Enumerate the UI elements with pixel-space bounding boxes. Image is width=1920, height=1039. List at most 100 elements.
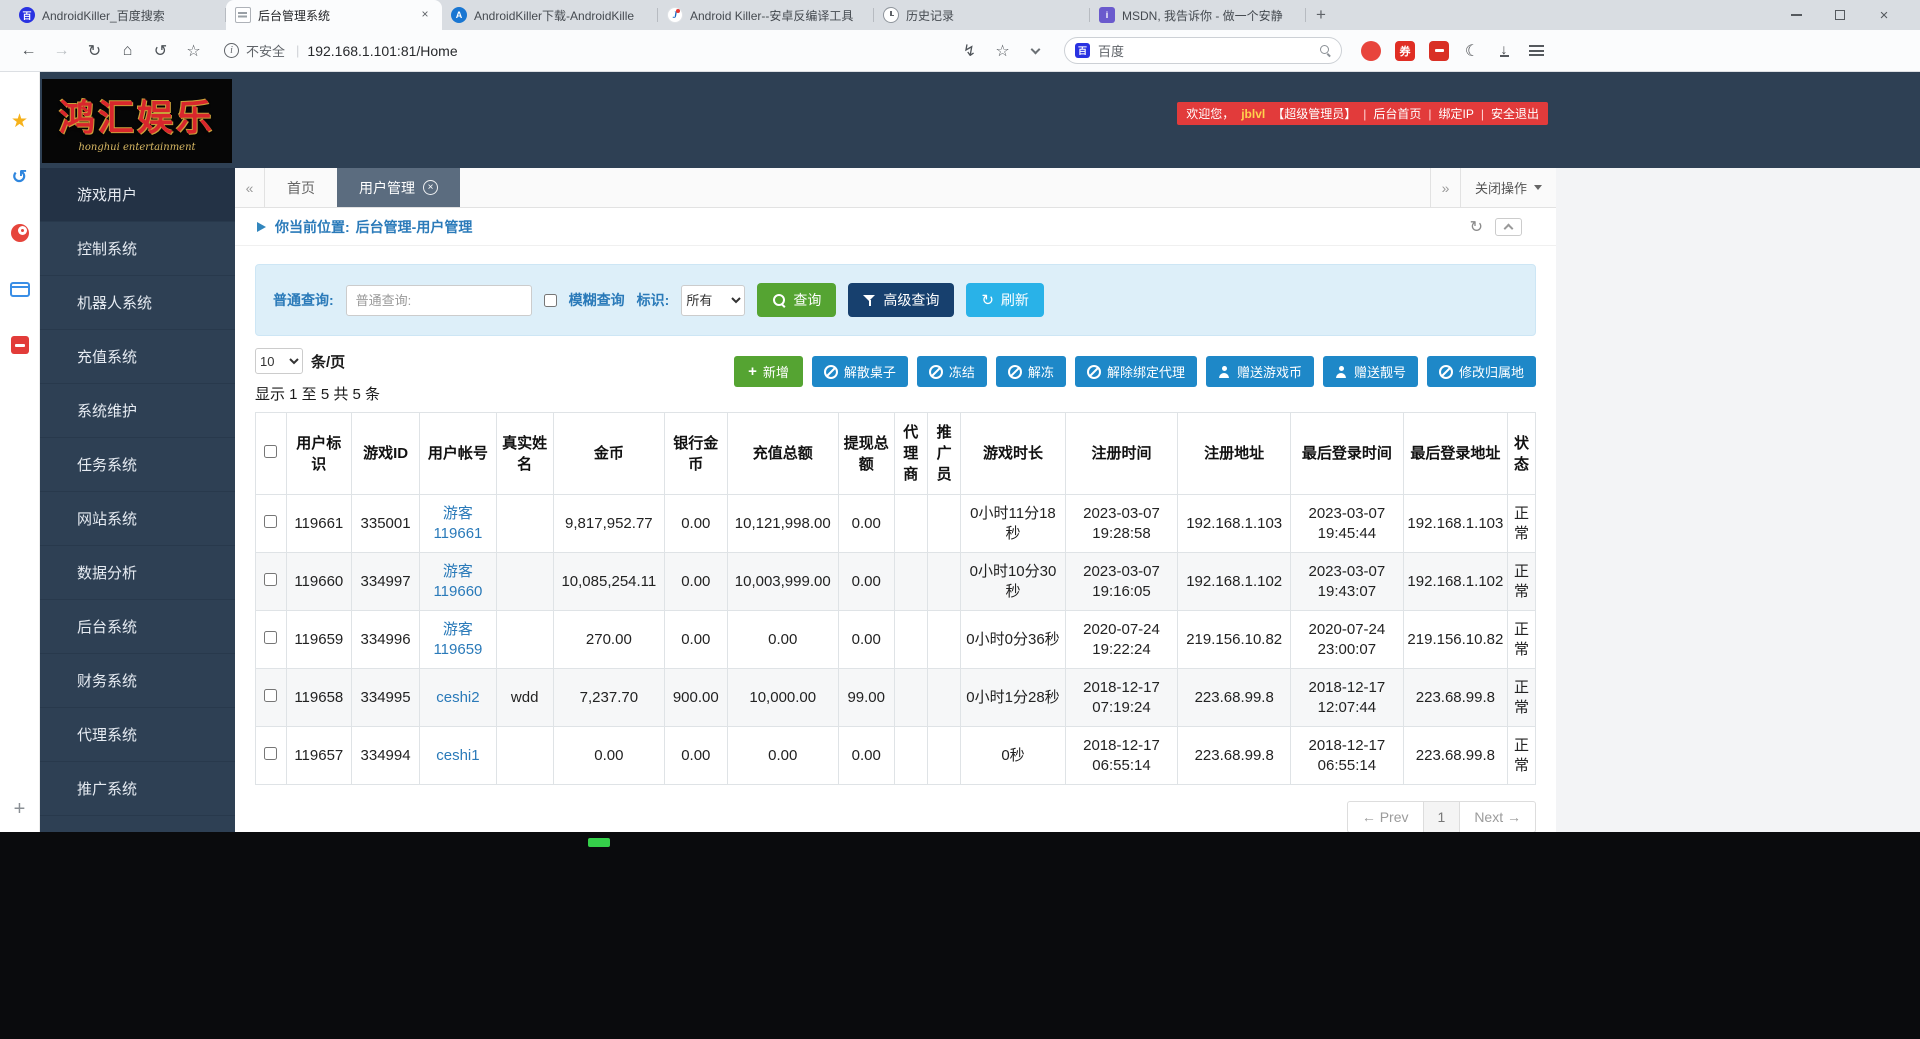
sidebar-item[interactable]: 控制系统: [40, 222, 235, 276]
security-info[interactable]: i 不安全 |: [224, 41, 303, 60]
gift-coins-button[interactable]: 赠送游戏币: [1206, 356, 1314, 387]
star-icon[interactable]: ★: [9, 110, 31, 132]
back-icon[interactable]: ←: [14, 36, 43, 65]
page-button[interactable]: 1: [1423, 801, 1461, 832]
fuzzy-checkbox[interactable]: [544, 294, 557, 307]
url-dropdown-icon[interactable]: [1021, 36, 1050, 65]
maximize-button[interactable]: [1818, 0, 1862, 30]
close-button[interactable]: ×: [1862, 0, 1906, 30]
add-favorite-icon[interactable]: +: [9, 798, 31, 820]
disband-tables-button[interactable]: 解散桌子: [812, 356, 908, 387]
browser-tab[interactable]: JAndroid Killer--安卓反编译工具: [658, 0, 874, 30]
sidebar-item[interactable]: 网站系统: [40, 492, 235, 546]
hamburger-icon: [1529, 45, 1544, 56]
tab-close-icon[interactable]: ×: [417, 7, 433, 23]
prev-button[interactable]: ← Prev: [1347, 801, 1424, 832]
unbind-agent-button[interactable]: 解除绑定代理: [1075, 356, 1197, 387]
column-header: 注册时间: [1065, 413, 1178, 495]
pagination: ← Prev 1 Next →: [255, 801, 1536, 832]
extension-icon-3[interactable]: [1429, 41, 1449, 61]
sidebar-item-clipped[interactable]: [40, 816, 235, 832]
magnifier-icon[interactable]: [1320, 45, 1331, 56]
browser-tab[interactable]: iMSDN, 我告诉你 - 做一个安静: [1090, 0, 1306, 30]
home-icon[interactable]: ⌂: [113, 36, 142, 65]
sidebar-item[interactable]: 代理系统: [40, 708, 235, 762]
sidebar-item[interactable]: 财务系统: [40, 654, 235, 708]
browser-tab[interactable]: 历史记录: [874, 0, 1090, 30]
advanced-search-button[interactable]: 高级查询: [848, 283, 954, 317]
history-icon[interactable]: ↺: [9, 166, 31, 188]
account-link[interactable]: 游客119659: [433, 621, 482, 658]
extension-icon-1[interactable]: [1361, 41, 1381, 61]
new-tab-button[interactable]: +: [1306, 0, 1336, 30]
refresh-icon[interactable]: ↻: [80, 36, 109, 65]
sidebar-item[interactable]: 游戏用户: [40, 168, 235, 222]
sidebar-item[interactable]: 后台系统: [40, 600, 235, 654]
select-all-checkbox[interactable]: [264, 445, 277, 458]
close-operations-dropdown[interactable]: 关闭操作: [1460, 168, 1556, 207]
collapse-panel-button[interactable]: [1495, 218, 1522, 236]
download-icon[interactable]: ↓: [1490, 37, 1518, 65]
favorite-star-icon[interactable]: ☆: [179, 36, 208, 65]
tab-close-icon[interactable]: ×: [423, 180, 438, 195]
flag-select[interactable]: 所有: [681, 285, 745, 316]
sidebar-item[interactable]: 任务系统: [40, 438, 235, 492]
forward-icon[interactable]: →: [47, 36, 76, 65]
panel-refresh-icon[interactable]: ↻: [1470, 217, 1483, 237]
link-backend-home[interactable]: 后台首页: [1373, 105, 1421, 122]
add-button[interactable]: +新增: [734, 356, 803, 387]
tabs-scroll-right-button[interactable]: »: [1430, 168, 1460, 207]
link-bind-ip[interactable]: 绑定IP: [1439, 105, 1474, 122]
account-link[interactable]: 游客119661: [433, 505, 482, 542]
sidebar-item[interactable]: 充值系统: [40, 330, 235, 384]
sidebar-item[interactable]: 推广系统: [40, 762, 235, 816]
next-button[interactable]: Next →: [1459, 801, 1536, 832]
browser-tab[interactable]: 百AndroidKiller_百度搜索: [10, 0, 226, 30]
sidebar-item[interactable]: 系统维护: [40, 384, 235, 438]
red-app-icon[interactable]: [9, 334, 31, 356]
status-text: 正常: [1508, 727, 1536, 785]
query-input[interactable]: [346, 285, 532, 316]
minimize-button[interactable]: [1774, 0, 1818, 30]
lightning-icon[interactable]: ↯: [955, 36, 984, 65]
night-mode-icon[interactable]: ☾: [1458, 37, 1486, 65]
coupon-extension-icon[interactable]: 券: [1395, 41, 1415, 61]
table-cell: [894, 495, 927, 553]
account-link[interactable]: ceshi2: [436, 689, 479, 706]
tab-user-management[interactable]: 用户管理 ×: [337, 168, 460, 207]
restore-history-icon[interactable]: ↺: [146, 36, 175, 65]
download-arrow-icon: ↓: [1500, 44, 1509, 57]
change-location-button[interactable]: 修改归属地: [1427, 356, 1536, 387]
refresh-list-button[interactable]: ↻刷新: [966, 283, 1044, 317]
page-size-select[interactable]: 10: [255, 348, 303, 374]
row-checkbox[interactable]: [264, 631, 277, 644]
search-panel: 普通查询: 模糊查询 标识: 所有 查询 高级查询 ↻刷新: [255, 264, 1536, 336]
row-checkbox[interactable]: [264, 515, 277, 528]
browser-tab[interactable]: 后台管理系统×: [226, 0, 442, 30]
row-checkbox[interactable]: [264, 689, 277, 702]
collect-star-icon[interactable]: ☆: [988, 36, 1017, 65]
gift-account-button[interactable]: 赠送靓号: [1323, 356, 1418, 387]
search-button[interactable]: 查询: [757, 283, 836, 317]
tabs-scroll-left-button[interactable]: «: [235, 168, 265, 207]
sidebar-item[interactable]: 数据分析: [40, 546, 235, 600]
row-checkbox[interactable]: [264, 747, 277, 760]
link-logout[interactable]: 安全退出: [1491, 105, 1539, 122]
page-url[interactable]: 192.168.1.101:81/Home: [307, 43, 457, 59]
tab-home[interactable]: 首页: [265, 168, 337, 207]
table-cell: 0.00: [838, 611, 894, 669]
search-box[interactable]: 百 百度: [1064, 37, 1342, 64]
freeze-button[interactable]: 冻结: [917, 356, 987, 387]
row-checkbox[interactable]: [264, 573, 277, 586]
unfreeze-button[interactable]: 解冻: [996, 356, 1066, 387]
card-icon[interactable]: [9, 278, 31, 300]
account-link[interactable]: 游客119660: [433, 563, 482, 600]
table-cell: 119657: [286, 727, 351, 785]
account-link[interactable]: ceshi1: [436, 747, 479, 764]
page-size-label: 条/页: [311, 351, 345, 372]
weibo-icon[interactable]: [9, 222, 31, 244]
sidebar-item[interactable]: 机器人系统: [40, 276, 235, 330]
browser-tab[interactable]: AAndroidKiller下载-AndroidKille: [442, 0, 658, 30]
column-header: 最后登录时间: [1291, 413, 1404, 495]
menu-icon[interactable]: [1522, 37, 1550, 65]
